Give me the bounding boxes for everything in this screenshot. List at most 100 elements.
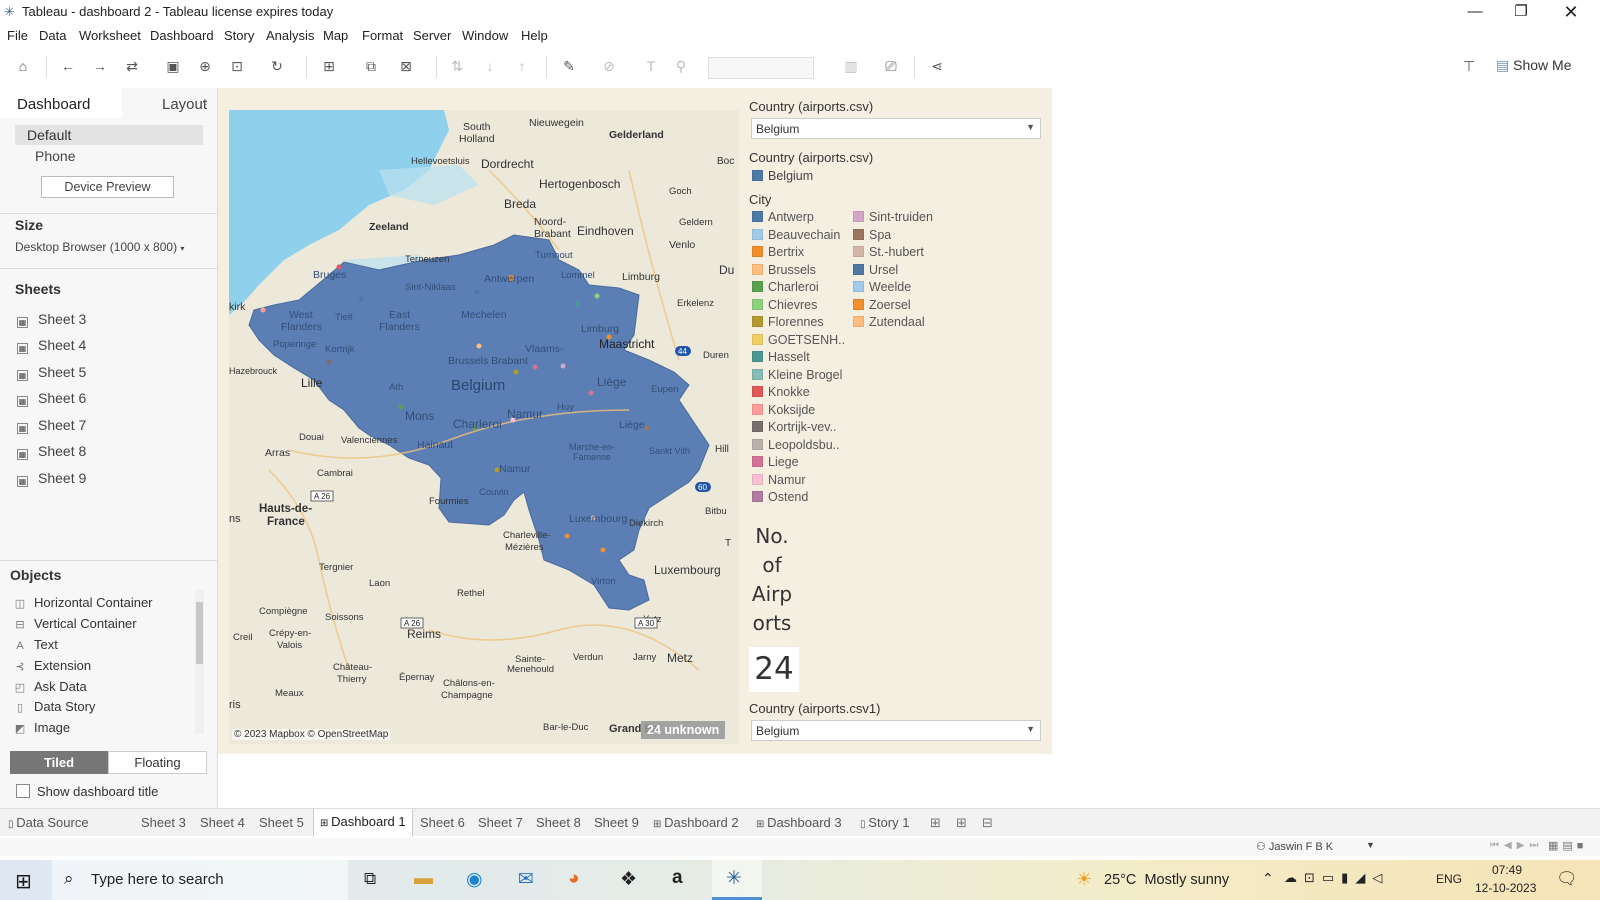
tableau-taskbar-button[interactable]: ✳ — [712, 860, 762, 900]
replay-icon[interactable]: ⇄ — [121, 55, 143, 77]
city-legend-item[interactable]: Spa — [853, 227, 891, 244]
airport-point[interactable] — [600, 547, 606, 553]
labels-icon[interactable]: T — [640, 55, 662, 77]
city-legend-item[interactable]: Chievres — [752, 297, 817, 314]
fix-axes-icon[interactable]: ⚲ — [670, 55, 692, 77]
tab-sheet-9[interactable]: Sheet 9 — [594, 814, 639, 836]
menu-story[interactable]: Story — [224, 28, 254, 43]
city-legend-item[interactable]: Koksijde — [752, 402, 815, 419]
city-legend-item[interactable]: Knokke — [752, 384, 810, 401]
highlight-icon[interactable]: ✎ — [558, 55, 580, 77]
airport-point[interactable] — [574, 301, 580, 307]
tab-dashboard[interactable]: Dashboard — [9, 92, 98, 118]
edge-icon[interactable]: ◉ — [466, 868, 483, 891]
group-icon[interactable]: ⊘ — [598, 55, 620, 77]
airport-point[interactable] — [398, 404, 404, 410]
tab-sheet-3[interactable]: Sheet 3 — [141, 814, 186, 836]
map-view[interactable]: South Holland Nieuwegein Gelderland Hell… — [229, 110, 739, 744]
clear-icon[interactable]: ⊠ — [395, 55, 417, 77]
new-dashboard-tab-icon[interactable]: ⊞ — [956, 814, 967, 836]
show-cards-icon[interactable]: ▥ — [840, 55, 862, 77]
view-toggle-icons[interactable]: ▦▤■ — [1548, 839, 1587, 852]
sheet-item[interactable]: ▦ Sheet 3 — [17, 309, 86, 329]
city-legend-item[interactable]: Liege — [752, 454, 799, 471]
menu-window[interactable]: Window — [462, 28, 508, 43]
tiled-button[interactable]: Tiled — [10, 751, 108, 774]
save-icon[interactable]: ▣ — [162, 55, 184, 77]
country2-filter-dropdown[interactable]: Belgium ▼ — [751, 720, 1041, 741]
airport-point[interactable] — [474, 289, 480, 295]
swap-icon[interactable]: ⇅ — [446, 55, 468, 77]
objects-scrollbar[interactable] — [195, 590, 204, 734]
device-default[interactable]: Default — [15, 125, 203, 145]
file-explorer-icon[interactable]: ▬ — [414, 868, 433, 890]
sort-descending-icon[interactable]: ↑ — [511, 55, 533, 77]
city-legend-item[interactable]: Charleroi — [752, 279, 819, 296]
country-legend-item[interactable]: Belgium — [752, 168, 813, 185]
sheet-item[interactable]: ▦ Sheet 4 — [17, 335, 86, 355]
sheet-navigation-icons[interactable]: ⏮◀▶⏭ — [1490, 840, 1543, 851]
city-legend-item[interactable]: Hasselt — [752, 349, 810, 366]
notifications-icon[interactable]: 🗨 — [1556, 869, 1578, 889]
menu-worksheet[interactable]: Worksheet — [79, 28, 141, 43]
windows-start-icon[interactable]: ⊞ — [15, 869, 32, 894]
task-view-icon[interactable]: ⧉ — [364, 869, 376, 889]
object-image[interactable]: ◩ Image — [13, 719, 70, 737]
dropbox-icon[interactable]: ❖ — [620, 868, 637, 891]
weather-icon[interactable]: ☀ — [1076, 869, 1092, 890]
scrollbar-thumb[interactable] — [196, 602, 203, 664]
city-legend-item[interactable]: Zutendaal — [853, 314, 925, 331]
airport-point[interactable] — [326, 359, 332, 365]
airport-point[interactable] — [644, 425, 650, 431]
duplicate-icon[interactable]: ⧉ — [360, 55, 382, 77]
city-legend-item[interactable]: Leopoldsbu.. — [752, 437, 840, 454]
taskbar-search[interactable]: ⌕ Type here to search — [52, 860, 348, 900]
city-legend-item[interactable]: Namur — [752, 472, 806, 489]
menu-analysis[interactable]: Analysis — [266, 28, 314, 43]
presentation-mode-icon[interactable]: ⎚ — [880, 55, 902, 77]
city-legend-item[interactable]: Florennes — [752, 314, 824, 331]
city-legend-item[interactable]: Bertrix — [752, 244, 804, 261]
object-extension[interactable]: ⊰ Extension — [13, 657, 91, 675]
airport-point[interactable] — [560, 363, 566, 369]
maximize-button[interactable]: ❐ — [1498, 0, 1544, 24]
city-legend-item[interactable]: Kortrijk-vev.. — [752, 419, 837, 436]
new-data-source-icon[interactable]: ⊕ — [194, 55, 216, 77]
sheet-item[interactable]: ▦ Sheet 8 — [17, 441, 86, 461]
airport-point[interactable] — [513, 369, 519, 375]
pin-icon[interactable]: ⊤ — [1458, 55, 1480, 77]
clock-time[interactable]: 07:49 — [1492, 863, 1522, 877]
airport-point[interactable] — [564, 533, 570, 539]
new-worksheet-icon[interactable]: ⊞ — [318, 55, 340, 77]
collapse-panel-icon[interactable]: ‹ — [203, 95, 207, 109]
tab-dashboard-3[interactable]: ⊞ Dashboard 3 — [756, 814, 842, 836]
city-legend-item[interactable]: Sint-truiden — [853, 209, 933, 226]
map-attribution[interactable]: © 2023 Mapbox © OpenStreetMap — [232, 729, 391, 740]
city-legend-item[interactable]: Ostend — [752, 489, 808, 506]
airport-point[interactable] — [358, 296, 364, 302]
show-me-button[interactable]: ▤ Show Me — [1496, 57, 1571, 74]
unknown-indicator[interactable]: 24 unknown — [641, 721, 726, 739]
firefox-icon[interactable]: ◕ — [568, 868, 579, 890]
city-legend-item[interactable]: Brussels — [752, 262, 816, 279]
fit-dropdown[interactable] — [708, 57, 814, 79]
close-button[interactable]: ✕ — [1548, 0, 1594, 24]
tab-sheet-5[interactable]: Sheet 5 — [259, 814, 304, 836]
share-icon[interactable]: ⋖ — [926, 55, 948, 77]
clock-date[interactable]: 12-10-2023 — [1475, 881, 1536, 895]
city-legend-item[interactable]: Beauvechain — [752, 227, 840, 244]
tab-sheet-7[interactable]: Sheet 7 — [478, 814, 523, 836]
menu-map[interactable]: Map — [323, 28, 348, 43]
system-tray-icons[interactable]: ☁⊡▭▮◢◁ — [1284, 870, 1389, 886]
menu-format[interactable]: Format — [362, 28, 403, 43]
airport-point[interactable] — [532, 364, 538, 370]
menu-help[interactable]: Help — [521, 28, 548, 43]
city-legend-item[interactable]: Antwerp — [752, 209, 814, 226]
tab-dashboard-1[interactable]: ⊞ Dashboard 1 — [313, 809, 413, 837]
tab-sheet-4[interactable]: Sheet 4 — [200, 814, 245, 836]
object-horizontal-container[interactable]: ◫ Horizontal Container — [13, 594, 153, 612]
new-story-tab-icon[interactable]: ⊟ — [982, 814, 993, 836]
tab-story-1[interactable]: ▯ Story 1 — [860, 814, 909, 836]
refresh-icon[interactable]: ↻ — [266, 55, 288, 77]
chevron-up-icon[interactable]: ⌃ — [1262, 870, 1274, 887]
